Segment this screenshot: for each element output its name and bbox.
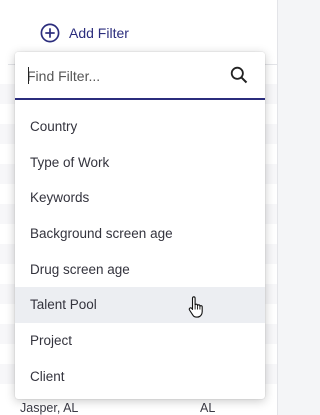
filter-option-label: Background screen age: [30, 226, 173, 242]
filter-option-label: Type of Work: [30, 154, 110, 170]
search-icon[interactable]: [230, 66, 248, 84]
add-filter-button[interactable]: Add Filter: [40, 22, 129, 44]
hand-pointer-icon: [188, 296, 203, 319]
filter-option-project[interactable]: Project: [15, 323, 265, 359]
filter-option-type-of-work[interactable]: Type of Work: [15, 145, 265, 181]
filter-option-label: Talent Pool: [30, 297, 97, 313]
add-filter-label: Add Filter: [69, 25, 129, 41]
filter-option-talent-pool[interactable]: Talent Pool: [15, 287, 265, 324]
filter-option-label: Client: [30, 368, 65, 384]
filter-option-label: Country: [30, 119, 78, 134]
filter-options-list: Country Type of Work Keywords Background…: [15, 109, 265, 395]
filter-dropdown: Country Type of Work Keywords Background…: [15, 52, 265, 399]
filter-option-drug-screen-age[interactable]: Drug screen age: [15, 252, 265, 288]
plus-circle-icon: [40, 23, 60, 43]
filter-option-client[interactable]: Client: [15, 359, 265, 395]
filter-option-label: Keywords: [30, 190, 90, 206]
filter-option-label: Drug screen age: [30, 261, 130, 277]
table-cell-state: AL: [200, 401, 216, 415]
table-cell-city: Jasper, AL: [20, 401, 79, 415]
filter-option-label: Project: [30, 333, 73, 349]
text-cursor: [28, 67, 29, 84]
filter-option-background-screen-age[interactable]: Background screen age: [15, 216, 265, 252]
filter-option-country[interactable]: Country: [15, 109, 265, 145]
filter-search-box: [15, 52, 265, 100]
filter-option-keywords[interactable]: Keywords: [15, 180, 265, 216]
filter-search-input[interactable]: [27, 64, 227, 88]
